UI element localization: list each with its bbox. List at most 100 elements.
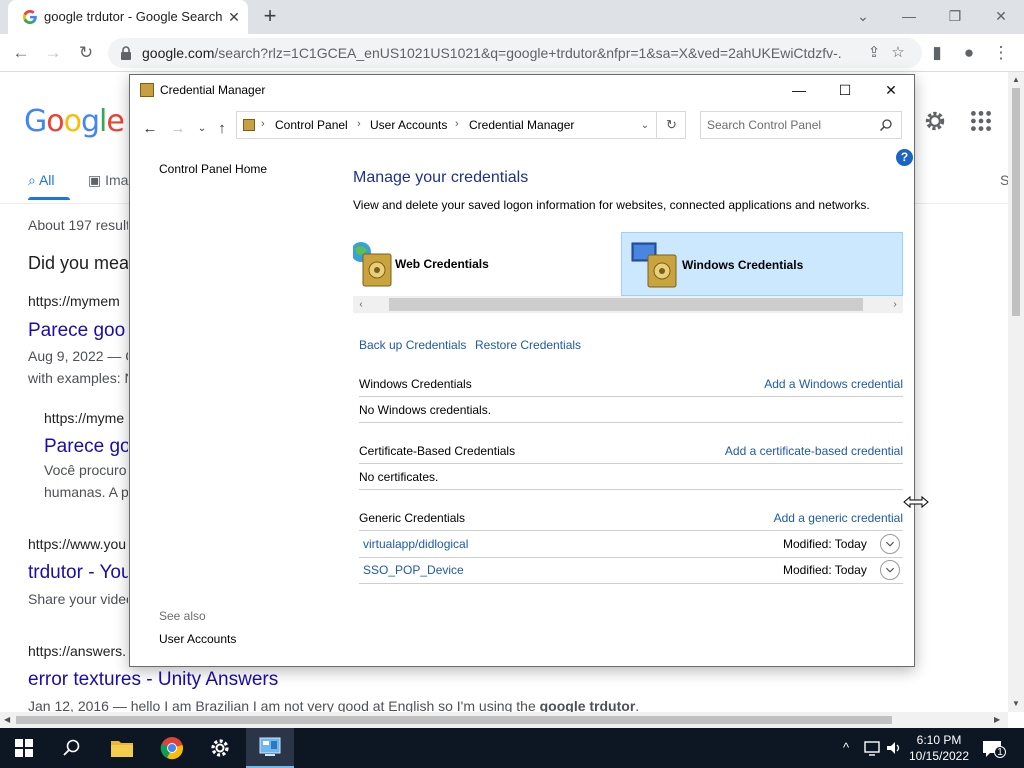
- restore-credentials-link[interactable]: Restore Credentials: [475, 338, 581, 352]
- breadcrumb-user-accounts[interactable]: User Accounts: [370, 118, 447, 132]
- page-horizontal-scroll-thumb[interactable]: [16, 716, 892, 724]
- generic-credential-row[interactable]: SSO_POP_Device Modified: Today: [359, 557, 903, 583]
- add-generic-credential-link[interactable]: Add a generic credential: [703, 511, 903, 525]
- tab-search-chevron-icon[interactable]: ⌄: [848, 4, 878, 28]
- window-close-icon[interactable]: ✕: [868, 77, 914, 103]
- notification-center-button[interactable]: 1: [980, 738, 1006, 760]
- result-2-title[interactable]: Parece go: [44, 436, 128, 458]
- expand-chevron-icon[interactable]: [880, 534, 900, 554]
- scroll-right-arrow-icon[interactable]: ▶: [994, 715, 1000, 724]
- back-up-credentials-link[interactable]: Back up Credentials: [359, 338, 466, 352]
- window-title-bar[interactable]: Credential Manager — ☐ ✕: [130, 75, 914, 105]
- forward-icon[interactable]: →: [40, 40, 66, 66]
- credential-type-strip: Web Credentials Windows Credentials: [353, 232, 903, 296]
- result-3-title[interactable]: trdutor - You: [28, 562, 128, 584]
- explorer-up-icon[interactable]: ↑: [212, 119, 232, 139]
- scroll-left-arrow-icon[interactable]: ◀: [4, 715, 10, 724]
- gear-icon: [211, 739, 229, 757]
- result-1-title[interactable]: Parece goo: [28, 320, 128, 342]
- back-icon[interactable]: ←: [8, 40, 34, 66]
- google-tab-images[interactable]: ▣ Ima: [88, 172, 128, 189]
- browser-restore-icon[interactable]: ❐: [940, 4, 970, 28]
- browser-menu-icon[interactable]: ⋮: [988, 40, 1014, 66]
- result-2-cite[interactable]: https://myme: [44, 410, 128, 426]
- show-hidden-icons-chevron[interactable]: ^: [836, 738, 856, 758]
- strip-scroll-right-icon[interactable]: ›: [887, 296, 903, 313]
- scroll-up-arrow-icon[interactable]: ▲: [1012, 75, 1020, 84]
- volume-icon[interactable]: [884, 738, 904, 758]
- chrome-button[interactable]: [148, 728, 196, 768]
- browser-close-icon[interactable]: ✕: [986, 4, 1016, 28]
- start-button[interactable]: [0, 728, 48, 768]
- window-minimize-icon[interactable]: —: [776, 77, 822, 103]
- refresh-icon[interactable]: ↻: [656, 111, 686, 139]
- section-divider: [359, 422, 903, 423]
- page-horizontal-scrollbar[interactable]: ◀ ▶: [0, 712, 1008, 728]
- new-tab-icon[interactable]: +: [258, 5, 282, 29]
- control-panel-search[interactable]: [700, 111, 902, 139]
- search-icon[interactable]: [879, 118, 893, 132]
- control-panel-taskbar-button[interactable]: [246, 728, 294, 768]
- add-certificate-credential-link[interactable]: Add a certificate-based credential: [683, 444, 903, 458]
- breadcrumb-credential-manager[interactable]: Credential Manager: [469, 118, 574, 132]
- explorer-back-icon[interactable]: ←: [140, 119, 160, 139]
- strip-scroll-thumb[interactable]: [389, 298, 863, 311]
- google-logo[interactable]: Google: [24, 104, 125, 139]
- recent-locations-icon[interactable]: ⌄: [192, 119, 212, 139]
- browser-tab[interactable]: google trdutor - Google Search ✕: [8, 0, 248, 34]
- generic-credential-row[interactable]: virtualapp/didlogical Modified: Today: [359, 531, 903, 557]
- window-maximize-icon[interactable]: ☐: [822, 77, 868, 103]
- profile-avatar-icon[interactable]: ●: [956, 40, 982, 66]
- breadcrumb-separator-icon[interactable]: ›: [357, 118, 361, 130]
- explorer-forward-icon[interactable]: →: [168, 119, 188, 139]
- address-bar[interactable]: google.com/search?rlz=1C1GCEA_enUS1021US…: [108, 38, 922, 68]
- page-vertical-scroll-thumb[interactable]: [1012, 88, 1020, 316]
- file-explorer-button[interactable]: [98, 728, 146, 768]
- browser-minimize-icon[interactable]: —: [894, 4, 924, 28]
- search-input[interactable]: [707, 117, 873, 133]
- result-1-snippet: with examples: N: [28, 370, 128, 386]
- result-4-snippet-text: Jan 12, 2016 — hello I am Brazilian I am…: [28, 698, 540, 712]
- page-heading: Manage your credentials: [353, 169, 529, 186]
- credential-name[interactable]: virtualapp/didlogical: [363, 537, 468, 551]
- network-icon[interactable]: [862, 738, 882, 758]
- side-panel-icon[interactable]: ▮: [924, 40, 950, 66]
- breadcrumb-control-panel[interactable]: Control Panel: [275, 118, 348, 132]
- google-tab-all[interactable]: ⌕ All: [28, 172, 55, 189]
- control-panel-home-link[interactable]: Control Panel Home: [159, 162, 267, 176]
- result-4-cite[interactable]: https://answers.: [28, 643, 128, 659]
- search-icon: ⌕: [28, 172, 36, 188]
- credential-name[interactable]: SSO_POP_Device: [363, 563, 464, 577]
- strip-scroll-left-icon[interactable]: ‹: [353, 296, 369, 313]
- web-credentials-label: Web Credentials: [395, 257, 489, 271]
- result-1-cite[interactable]: https://mymem: [28, 293, 128, 309]
- result-3-cite[interactable]: https://www.you: [28, 536, 128, 552]
- address-dropdown-icon[interactable]: ⌄: [635, 116, 655, 136]
- system-clock[interactable]: 6:10 PM 10/15/2022: [904, 732, 974, 764]
- did-you-mean[interactable]: Did you mear: [28, 253, 128, 274]
- section-divider: [359, 489, 903, 490]
- google-apps-icon[interactable]: [968, 108, 994, 134]
- scroll-down-arrow-icon[interactable]: ▼: [1012, 699, 1020, 708]
- add-windows-credential-link[interactable]: Add a Windows credential: [703, 377, 903, 391]
- credential-strip-scrollbar[interactable]: ‹ ›: [353, 296, 903, 313]
- reload-icon[interactable]: ↻: [73, 40, 99, 66]
- result-4-title[interactable]: error textures - Unity Answers: [28, 669, 428, 691]
- help-icon[interactable]: ?: [896, 149, 913, 166]
- user-accounts-link[interactable]: User Accounts: [159, 632, 236, 646]
- expand-chevron-icon[interactable]: [880, 560, 900, 580]
- taskbar-search-button[interactable]: [48, 728, 96, 768]
- web-credentials-tile[interactable]: Web Credentials: [353, 232, 621, 296]
- windows-credentials-tile[interactable]: Windows Credentials: [621, 232, 903, 296]
- settings-button[interactable]: [196, 728, 244, 768]
- breadcrumb-separator-icon[interactable]: ›: [261, 118, 265, 130]
- explorer-address-bar[interactable]: › Control Panel › User Accounts › Creden…: [236, 111, 686, 139]
- tab-close-icon[interactable]: ✕: [224, 7, 244, 27]
- bookmark-star-icon[interactable]: ☆: [888, 43, 908, 63]
- url-text: google.com/search?rlz=1C1GCEA_enUS1021US…: [142, 45, 842, 61]
- breadcrumb-separator-icon[interactable]: ›: [455, 118, 459, 130]
- page-vertical-scrollbar[interactable]: ▲ ▼: [1008, 72, 1024, 712]
- settings-gear-icon[interactable]: [922, 108, 948, 134]
- share-icon[interactable]: ⇪: [864, 43, 884, 63]
- clock-date: 10/15/2022: [908, 749, 970, 763]
